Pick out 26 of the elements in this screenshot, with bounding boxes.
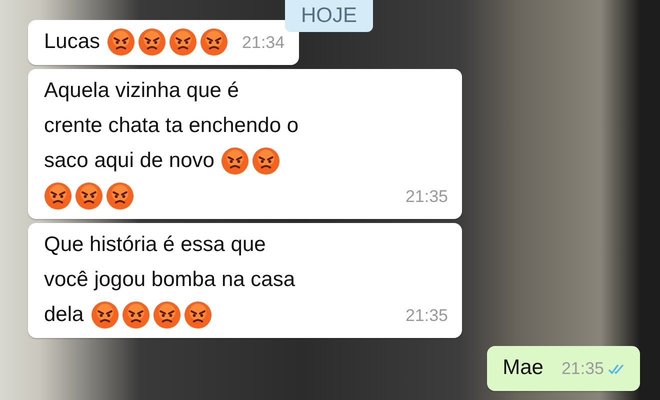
message-text: Aquela vizinha que é <box>44 78 239 102</box>
message-text: dela <box>44 302 84 326</box>
angry-face-icon <box>221 146 250 174</box>
message-text: crente chata ta enchendo o <box>44 114 299 138</box>
message-text: Que história é essa que <box>44 232 266 256</box>
angry-face-icon <box>107 28 136 56</box>
angry-face-icon <box>252 146 280 174</box>
date-badge: HOJE <box>285 0 374 32</box>
angry-face-icon <box>75 182 103 210</box>
angry-face-icon <box>106 182 134 210</box>
angry-face-icon <box>152 300 181 328</box>
angry-face-icon <box>138 28 166 56</box>
angry-face-icon <box>184 300 212 328</box>
angry-face-icon <box>90 300 119 328</box>
message-text: Mae <box>502 356 544 380</box>
message-time: 21:35 <box>405 305 448 327</box>
angry-face-icon <box>200 28 228 56</box>
message-time: 21:35 <box>561 358 604 380</box>
message-time: 21:35 <box>405 186 448 208</box>
angry-face-icon <box>122 300 150 328</box>
message-time: 21:34 <box>242 32 285 54</box>
message-text: Lucas <box>44 30 100 54</box>
message-text: saco aqui de novo <box>44 148 214 172</box>
angry-face-icon <box>169 28 198 56</box>
angry-face-icon <box>44 182 72 210</box>
message-text: você jogou bomba na casa <box>44 268 296 292</box>
